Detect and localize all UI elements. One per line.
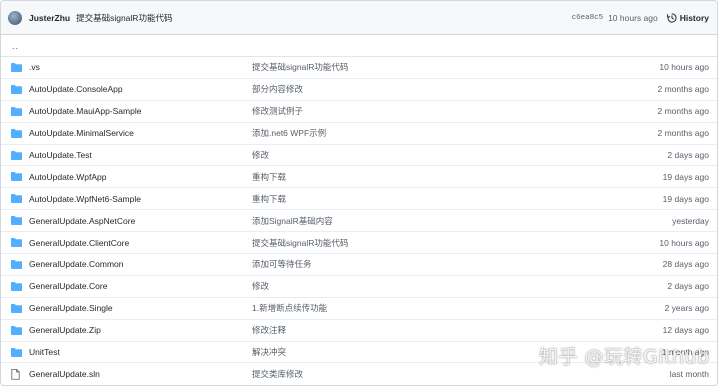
file-row[interactable]: GeneralUpdate.Single 1.新增断点续传功能 2 years ag… [1,298,717,320]
folder-icon [11,106,22,116]
file-name-link[interactable]: AutoUpdate.Test [29,150,92,160]
parent-directory-label: .. [12,40,20,51]
commit-message-link[interactable]: 添加SignalR基础内容 [252,215,333,227]
file-name-link[interactable]: GeneralUpdate.Zip [29,325,101,335]
file-name-link[interactable]: UnitTest [29,347,60,357]
file-row[interactable]: GeneralUpdate.AspNetCore 添加SignalR基础内容 yes… [1,210,717,233]
commit-message-link[interactable]: 修改 [252,280,269,292]
commit-age: 2 months ago [657,84,709,95]
commit-age: yesterday [672,215,709,226]
commit-age: 19 days ago [662,171,709,182]
file-name-link[interactable]: AutoUpdate.MauiApp-Sample [29,106,141,116]
file-icon [11,369,22,381]
history-icon [666,12,677,23]
commit-age: 10 hours ago [659,237,709,248]
folder-icon [11,216,22,226]
file-row[interactable]: GeneralUpdate.Core 修改 2 days ago [1,276,717,298]
commit-message-link[interactable]: 添加可等待任务 [252,258,312,270]
folder-icon [11,303,22,313]
watermark: 知乎 @玩转Github [539,346,710,368]
file-name-link[interactable]: AutoUpdate.ConsoleApp [29,84,123,94]
folder-icon [11,128,22,138]
commit-message-link[interactable]: 解决冲突 [252,346,286,358]
parent-directory-link[interactable]: .. [1,35,717,57]
folder-icon [11,172,22,182]
commit-message-link[interactable]: 提交基础signalR功能代码 [252,237,348,249]
commit-message-link[interactable]: 修改测试例子 [252,105,303,117]
history-label: History [679,12,709,23]
commit-message-link[interactable]: 1.新增断点续传功能 [252,302,327,314]
history-button[interactable]: History [666,12,709,23]
file-name-link[interactable]: AutoUpdate.MinimalService [29,128,134,138]
commit-message-link[interactable]: 提交基础signalR功能代码 [252,61,348,73]
commit-age: 10 hours ago [659,62,709,73]
file-row[interactable]: AutoUpdate.WpfApp 重构下载 19 days ago [1,166,717,189]
file-row[interactable]: AutoUpdate.WpfNet6-Sample 重构下载 19 days ago [1,188,717,211]
commit-message-link[interactable]: 修改 [252,149,269,161]
folder-icon [11,63,22,72]
commit-author[interactable]: JusterZhu [29,13,70,23]
commit-sha[interactable]: c6ea8c5 [572,14,604,22]
file-row[interactable]: AutoUpdate.Test 修改 2 days ago [1,145,717,167]
commit-message-link[interactable]: 提交类库修改 [252,368,303,380]
folder-icon [11,84,22,94]
folder-icon [11,347,22,357]
file-row[interactable]: AutoUpdate.MinimalService 添加.net6 WPF示例 2 … [1,123,717,145]
folder-icon [11,325,22,335]
commit-message-link[interactable]: 部分内容修改 [252,83,303,95]
file-browser: JusterZhu 提交基础signalR功能代码 c6ea8c5 10 hou… [0,0,718,386]
commit-age: 2 days ago [667,150,709,160]
folder-icon [11,150,22,160]
file-row[interactable]: AutoUpdate.MauiApp-Sample 修改测试例子 2 months … [1,101,717,123]
folder-icon [11,194,22,204]
commit-age: 2 days ago [667,281,709,292]
commit-message-link[interactable]: 重构下载 [252,171,286,183]
file-row[interactable]: GeneralUpdate.ClientCore 提交基础signalR功能代码 1… [1,232,717,255]
file-name-link[interactable]: GeneralUpdate.Core [29,281,107,291]
commit-time: 10 hours ago [608,12,658,23]
commit-age: last month [669,369,709,380]
file-row[interactable]: GeneralUpdate.Zip 修改注释 12 days ago [1,320,717,342]
file-name-link[interactable]: GeneralUpdate.Common [29,259,124,269]
file-name-link[interactable]: AutoUpdate.WpfNet6-Sample [29,194,141,204]
file-name-link[interactable]: GeneralUpdate.ClientCore [29,238,129,248]
file-row[interactable]: GeneralUpdate.Common 添加可等待任务 28 days ago [1,254,717,276]
folder-icon [11,260,22,269]
avatar[interactable] [8,10,22,25]
commit-message-link[interactable]: 重构下载 [252,193,286,205]
file-name-link[interactable]: .vs [29,62,40,72]
commit-message-link[interactable]: 添加.net6 WPF示例 [252,127,326,139]
folder-icon [11,281,22,291]
folder-icon [11,238,22,248]
commit-message-link[interactable]: 修改注释 [252,324,286,336]
commit-age: 12 days ago [662,325,709,336]
commit-age: 2 months ago [657,128,709,139]
file-name-link[interactable]: GeneralUpdate.AspNetCore [29,216,135,226]
file-name-link[interactable]: AutoUpdate.WpfApp [29,172,107,182]
commit-age: 19 days ago [662,193,709,204]
file-row[interactable]: .vs 提交基础signalR功能代码 10 hours ago [1,57,717,79]
commit-age: 2 months ago [657,106,709,117]
file-row[interactable]: AutoUpdate.ConsoleApp 部分内容修改 2 months ago [1,79,717,101]
commit-message[interactable]: 提交基础signalR功能代码 [76,12,172,24]
commit-age: 28 days ago [662,259,709,270]
commit-age: 2 years ago [664,303,709,314]
file-name-link[interactable]: GeneralUpdate.sln [29,369,100,379]
file-name-link[interactable]: GeneralUpdate.Single [29,303,113,313]
latest-commit-bar: JusterZhu 提交基础signalR功能代码 c6ea8c5 10 hou… [1,1,717,35]
file-list: .vs 提交基础signalR功能代码 10 hours ago AutoUpdate… [1,57,717,385]
